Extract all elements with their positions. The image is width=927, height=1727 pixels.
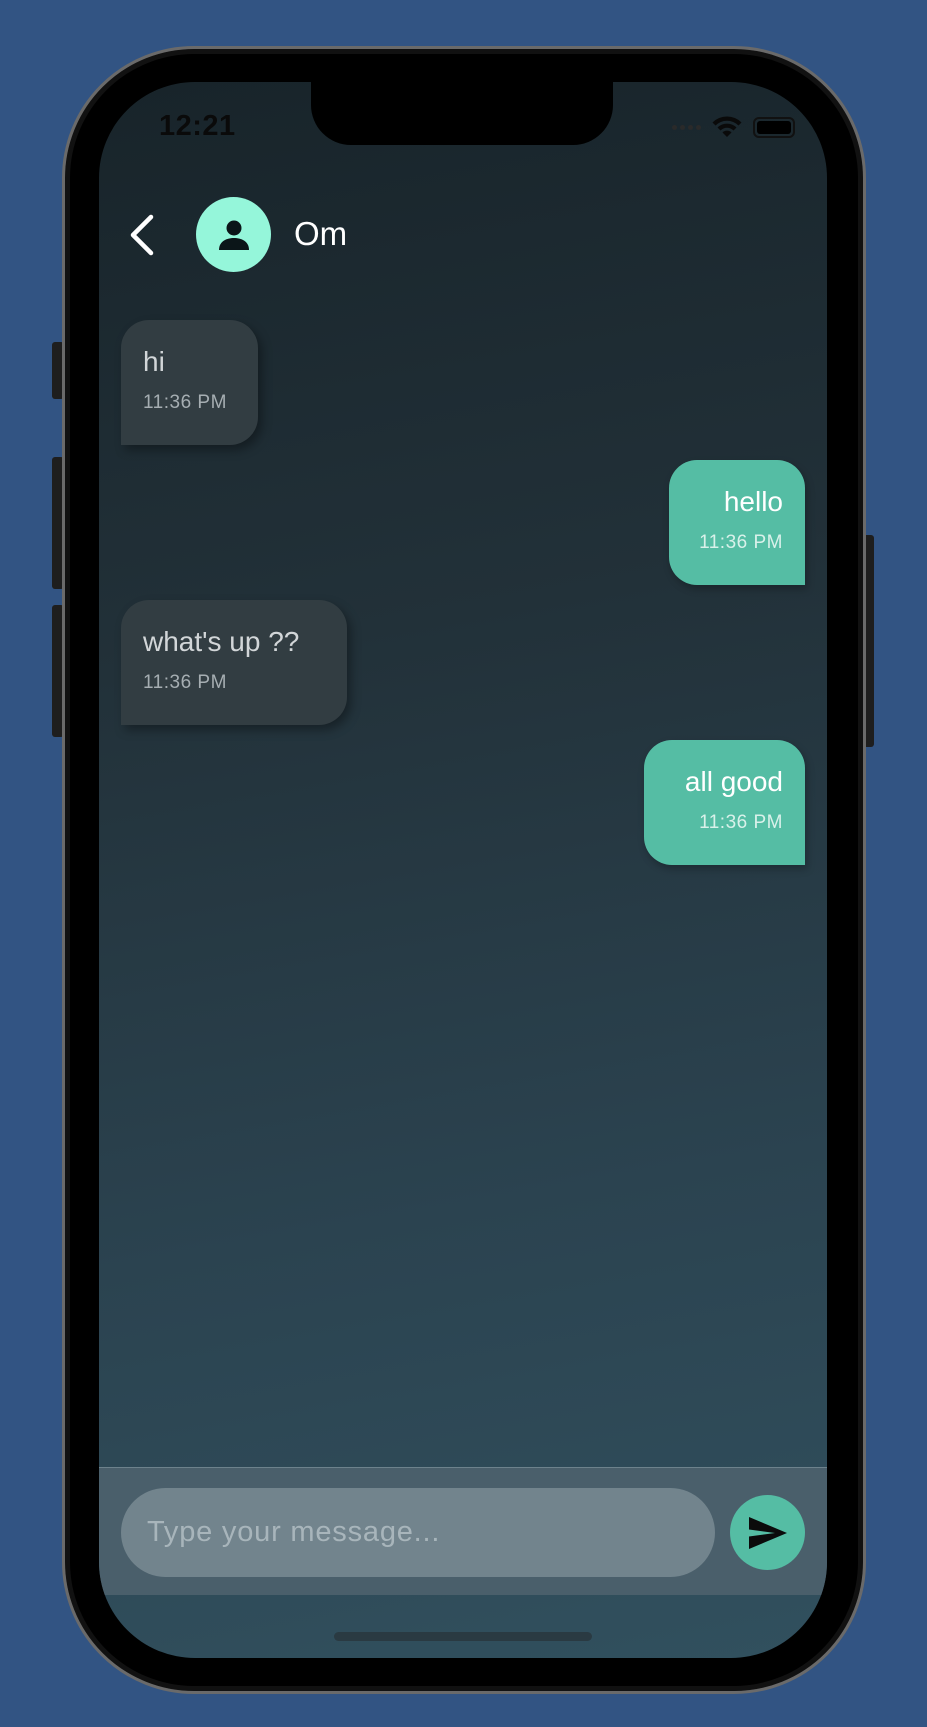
status-time: 12:21 (159, 110, 236, 142)
message-bubble-received[interactable]: what's up ?? 11:36 PM (121, 600, 347, 725)
chat-header: Om (99, 197, 827, 273)
message-bubble-sent[interactable]: all good 11:36 PM (644, 740, 805, 865)
status-icons (672, 115, 795, 139)
message-time: 11:36 PM (143, 392, 227, 413)
send-button[interactable] (730, 1495, 805, 1570)
message-time: 11:36 PM (699, 812, 783, 833)
chat-screen: 12:21 Om hi 11:36 PM hello 11:36 PM what… (99, 82, 827, 1658)
person-icon (218, 220, 249, 250)
message-composer: Type your message... (99, 1467, 827, 1595)
avatar[interactable] (196, 197, 271, 272)
message-text: what's up ?? (143, 626, 300, 657)
send-icon (748, 1516, 787, 1549)
message-time: 11:36 PM (699, 532, 783, 553)
message-time: 11:36 PM (143, 672, 227, 693)
message-input[interactable]: Type your message... (121, 1488, 715, 1577)
message-bubble-received[interactable]: hi 11:36 PM (121, 320, 258, 445)
home-indicator[interactable] (334, 1632, 592, 1641)
wifi-icon (712, 116, 742, 137)
message-bubble-sent[interactable]: hello 11:36 PM (669, 460, 805, 585)
contact-name[interactable]: Om (294, 215, 347, 253)
message-text: all good (684, 766, 783, 797)
chevron-left-icon[interactable] (123, 213, 163, 257)
battery-icon (753, 116, 795, 138)
notch (311, 82, 613, 145)
message-text: hello (723, 486, 783, 517)
signal-icon (672, 124, 701, 130)
message-text: hi (143, 346, 165, 377)
